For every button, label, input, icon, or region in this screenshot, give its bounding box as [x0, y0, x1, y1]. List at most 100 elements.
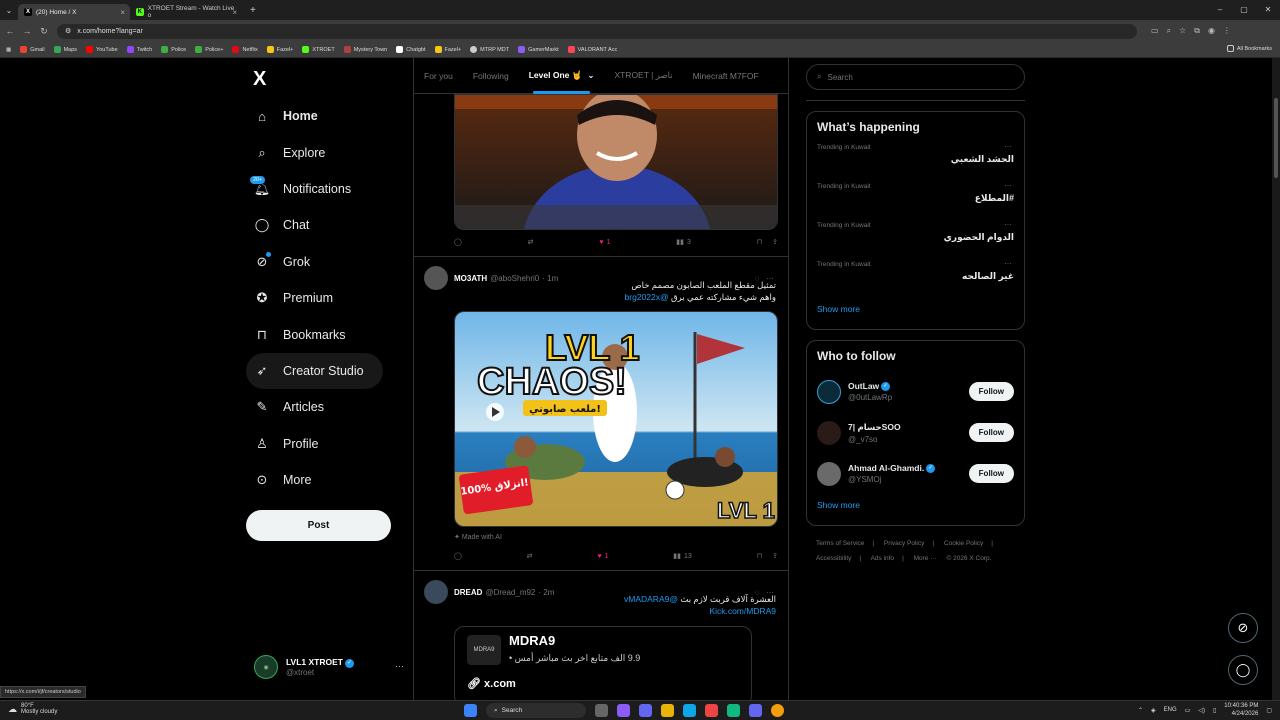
footer-link-privacy[interactable]: Privacy Policy	[884, 540, 924, 547]
back-icon[interactable]: ←	[3, 26, 17, 36]
bookmark-netflix[interactable]: Netflix	[232, 46, 258, 53]
sidebar-item-bookmarks[interactable]: ⊓ Bookmarks	[246, 316, 416, 352]
footer-link-cookie[interactable]: Cookie Policy	[944, 540, 983, 547]
bookmark-fazel-2[interactable]: Fazel+	[434, 46, 461, 53]
tab-level-one[interactable]: Level One 🤘 ⌄	[519, 58, 605, 94]
account-switcher[interactable]: ◉ LVL1 XTROET ✓ @xtroet ···	[254, 655, 404, 679]
trend-item[interactable]: Trending in Kuwait #المطلاع ···	[807, 181, 1024, 220]
clock[interactable]: 10:40:36 PM 4/24/2026	[1224, 702, 1258, 718]
tab-kick-stream[interactable]: K XTROET Stream - Watch Live o ×	[130, 4, 242, 20]
app-icon[interactable]	[705, 704, 718, 717]
sidebar-item-chat[interactable]: ◯ Chat	[246, 207, 416, 243]
sidebar-item-more[interactable]: ⊙ More	[246, 462, 416, 498]
windows-start-icon[interactable]	[464, 704, 477, 717]
sidebar-item-creator-studio[interactable]: ➶ Creator Studio	[246, 352, 383, 390]
bookmark-gamermarkt[interactable]: GamerMarkt	[518, 46, 559, 53]
tab-following[interactable]: Following	[463, 58, 519, 94]
scrollbar-thumb[interactable]	[1274, 98, 1278, 178]
reload-icon[interactable]: ↻	[37, 26, 51, 37]
link-card[interactable]: MDRA9 MDRA9 9.9 الف متابع اخر بث مباشر أ…	[454, 626, 752, 700]
like-button[interactable]: ♥ 1	[597, 553, 608, 560]
repost-icon[interactable]: ⇄	[527, 552, 533, 560]
reply-icon[interactable]: ◯	[454, 238, 462, 246]
follow-button[interactable]: Follow	[968, 423, 1014, 442]
share-icon[interactable]: ⇪	[772, 238, 778, 246]
tab-search-icon[interactable]: ⌄	[0, 6, 18, 15]
maximize-icon[interactable]: ▢	[1232, 0, 1256, 20]
star-icon[interactable]: ☆	[1179, 26, 1186, 36]
trend-item[interactable]: Trending in Kuwait الدوام الحضوري ···	[807, 220, 1024, 259]
show-more-link[interactable]: Show more	[807, 298, 1024, 324]
page-scrollbar[interactable]	[1272, 58, 1280, 700]
weather-widget[interactable]: ☁ 80°F Mostly cloudy	[8, 703, 57, 715]
taskbar-search[interactable]: ⌕ Search	[486, 703, 586, 718]
show-more-link[interactable]: Show more	[807, 494, 1024, 520]
footer-link-ads[interactable]: Ads info	[871, 555, 895, 562]
follow-suggestion[interactable]: OutLaw ✓ @0utLawRp Follow	[807, 371, 1024, 412]
sidebar-item-premium[interactable]: ✪ Premium	[246, 280, 416, 316]
site-info-icon[interactable]: ⚙	[65, 27, 71, 35]
file-explorer-icon[interactable]	[661, 704, 674, 717]
tab-for-you[interactable]: For you	[414, 58, 463, 94]
more-icon[interactable]: ···	[1004, 220, 1012, 229]
bookmark-mystery-town[interactable]: Mystery Town	[343, 46, 387, 53]
tray-overflow-icon[interactable]: ⌃	[1138, 707, 1143, 714]
more-icon[interactable]: ···	[1004, 259, 1012, 268]
tweet-media-image[interactable]: LVL 1 CHAOS! ملعب صابوني! 100% انزلاق! L…	[454, 311, 778, 527]
battery-icon[interactable]: ▯	[1213, 707, 1216, 714]
footer-link-terms[interactable]: Terms of Service	[816, 540, 864, 547]
messages-float-button[interactable]: ◯	[1228, 655, 1258, 685]
sidebar-item-home[interactable]: ⌂ Home	[246, 98, 416, 134]
more-icon[interactable]: ···	[1004, 142, 1012, 151]
chrome-icon[interactable]	[771, 704, 784, 717]
trend-item[interactable]: Trending in Kuwait الحشد الشعبي ···	[807, 142, 1024, 181]
sidebar-item-grok[interactable]: ⊘ Grok	[246, 244, 416, 280]
bookmark-gmail[interactable]: Gmail	[20, 46, 45, 53]
copilot-icon[interactable]	[617, 704, 630, 717]
share-icon[interactable]: ⇪	[772, 552, 778, 560]
tab-xtroet[interactable]: XTROET | ناصر	[604, 58, 682, 94]
kick-link[interactable]: Kick.com/MDRA9	[476, 605, 776, 617]
forward-icon[interactable]: →	[20, 26, 34, 36]
profile-icon[interactable]: ◉	[1208, 26, 1215, 36]
teams-icon[interactable]	[639, 704, 652, 717]
apps-icon[interactable]: ▦	[6, 47, 11, 53]
x-logo[interactable]: X	[253, 68, 266, 91]
chevron-down-icon[interactable]: ⌄	[587, 70, 594, 81]
bookmark-xtroet[interactable]: XTROET	[302, 46, 335, 53]
tab-minecraft[interactable]: Minecraft M7FOF	[683, 58, 769, 94]
bookmark-twitch[interactable]: Twitch	[126, 46, 152, 53]
mention-link[interactable]: @brg2022x	[625, 292, 669, 302]
language-indicator[interactable]: ENG	[1164, 707, 1177, 713]
cast-icon[interactable]: ▭	[1151, 26, 1159, 36]
views-button[interactable]: ▮▮ 3	[676, 238, 691, 247]
follow-suggestion[interactable]: Ahmad Al-Ghamdi. ✓ @YSMOj Follow	[807, 453, 1024, 494]
bookmark-youtube[interactable]: YouTube	[86, 46, 118, 53]
bookmark-police-plus[interactable]: Police+	[195, 46, 223, 53]
volume-icon[interactable]: ◁)	[1198, 707, 1205, 714]
task-view-icon[interactable]	[595, 704, 608, 717]
repost-icon[interactable]: ⇄	[528, 238, 534, 246]
bookmark-fazel[interactable]: Fazel+	[266, 46, 293, 53]
trend-item[interactable]: Trending in Kuwait غير الصالحه ···	[807, 259, 1024, 298]
tweet-media-video[interactable]	[454, 94, 778, 230]
zoom-icon[interactable]: ⌕	[1167, 26, 1171, 36]
reply-icon[interactable]: ◯	[454, 552, 462, 560]
notification-center-icon[interactable]: ▢	[1266, 707, 1272, 714]
tab-x-home[interactable]: X (20) Home / X ×	[18, 4, 130, 20]
sidebar-item-articles[interactable]: ✎ Articles	[246, 389, 416, 425]
new-tab-icon[interactable]: +	[250, 5, 256, 16]
footer-link-more[interactable]: More ···	[914, 555, 937, 562]
bookmark-mtrp[interactable]: MTRP MDT	[470, 46, 509, 53]
grok-float-button[interactable]: ⊘	[1228, 613, 1258, 643]
follow-button[interactable]: Follow	[968, 382, 1014, 401]
avatar[interactable]	[424, 580, 448, 604]
network-icon[interactable]: ▭	[1185, 707, 1191, 714]
bookmark-maps[interactable]: Maps	[53, 46, 77, 53]
bookmark-police[interactable]: Police	[161, 46, 186, 53]
tray-app-icon[interactable]: ◈	[1151, 707, 1156, 714]
sidebar-item-profile[interactable]: ♙ Profile	[246, 426, 416, 462]
footer-link-accessibility[interactable]: Accessibility	[816, 555, 851, 562]
post-button[interactable]: Post	[246, 510, 391, 541]
like-button[interactable]: ♥ 1	[599, 239, 610, 246]
